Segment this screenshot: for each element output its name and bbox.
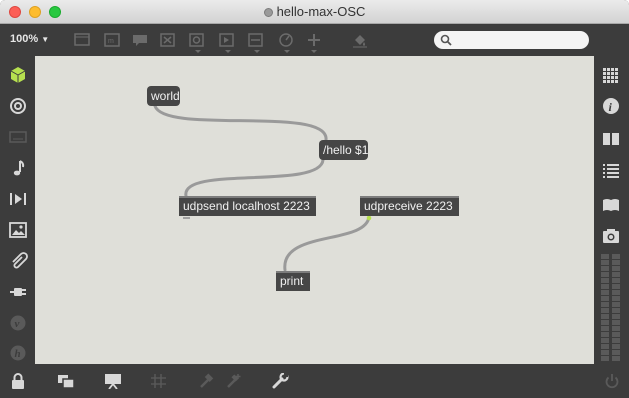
object-box-udpreceive[interactable]: udpreceive 2223 [360,196,459,216]
patch-cord-udpreceive-to-print[interactable] [283,215,371,272]
wrench-icon[interactable] [271,372,289,389]
message-box-hello[interactable]: /hello $1 [319,140,369,160]
message-text: world [151,89,180,103]
outlet-active-dot [366,215,372,221]
object-text: udpreceive 2223 [364,199,453,213]
patch-cord-hello-to-udpsend[interactable] [184,158,325,198]
power-icon[interactable] [603,373,621,389]
message-box-world[interactable]: world [147,86,180,106]
object-text: udpsend localhost 2223 [183,199,310,213]
grid-icon[interactable] [150,373,168,389]
lock-icon[interactable] [9,373,27,389]
object-box-udpsend[interactable]: udpsend localhost 2223 [179,196,316,219]
bottom-toolbar [0,364,629,398]
patch-cord-world-to-hello[interactable] [153,104,328,142]
message-text: /hello $1 [323,143,369,157]
max-patcher-window: hello-max-OSC 100% ▼ m v h i world /hell… [0,0,629,398]
presentation-mode-icon[interactable] [104,373,122,390]
windows-icon[interactable] [57,373,75,389]
hammer-icon[interactable] [197,373,215,389]
object-box-print[interactable]: print [276,271,310,291]
outlet[interactable] [183,217,190,219]
debug-icon[interactable] [224,373,242,389]
object-text: print [280,274,304,288]
